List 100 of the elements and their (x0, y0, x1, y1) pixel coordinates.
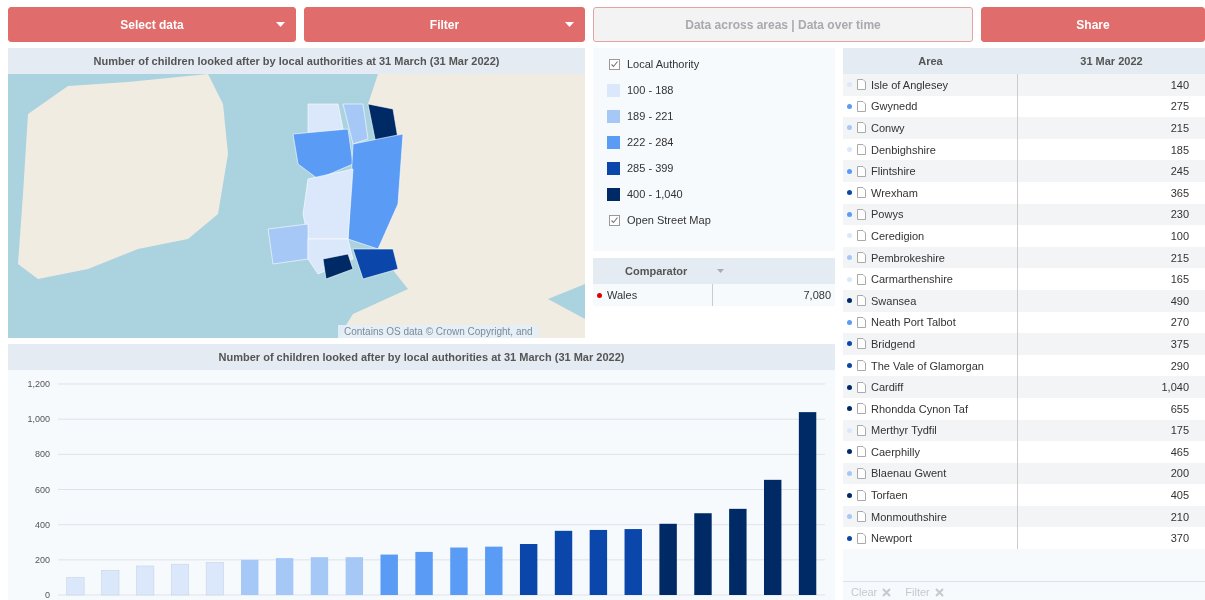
table-cell: Wales (607, 289, 638, 301)
table-cell-text: 365 (1169, 186, 1190, 199)
document-icon[interactable] (857, 100, 866, 112)
table-cell: Powys (871, 208, 904, 221)
close-icon (882, 587, 892, 597)
axis-tick-label: 1,200 (27, 379, 50, 389)
legend-label: 285 - 399 (627, 162, 674, 174)
document-icon[interactable] (857, 144, 866, 156)
toolbar-button[interactable]: Filter (304, 7, 585, 42)
axis-tick-label: 1,000 (27, 414, 50, 425)
table-cell: Conwy (871, 122, 905, 134)
table-cell-text: 215 (1169, 251, 1190, 264)
column-title: Comparator (625, 265, 688, 277)
caret-icon (276, 22, 285, 27)
table-cell-text: 655 (1169, 402, 1190, 415)
table-cell: The Vale of Glamorgan (871, 359, 984, 372)
legend-label: 400 - 1,040 (627, 188, 683, 200)
axis-tick-label: 200 (34, 554, 50, 565)
document-icon[interactable] (857, 489, 866, 501)
close-icon (934, 587, 944, 597)
table-cell-text: 370 (1169, 532, 1190, 545)
caret-icon (717, 269, 725, 273)
document-icon[interactable] (857, 208, 866, 220)
axis-tick-label: 400 (34, 519, 50, 530)
document-icon[interactable] (857, 381, 866, 393)
table-cell: Swansea (871, 294, 917, 307)
table-cell-text: 200 (1169, 467, 1190, 480)
table-cell-text: 165 (1169, 273, 1190, 286)
table-cell: Caerphilly (871, 445, 920, 458)
chart-title: Number of children looked after by local authorities at 31 March (31 Mar 2022) (8, 344, 835, 370)
document-icon[interactable] (857, 295, 866, 307)
table-cell-text: 245 (1169, 165, 1190, 178)
document-icon[interactable] (857, 403, 866, 415)
document-icon[interactable] (857, 316, 866, 328)
document-icon[interactable] (857, 252, 866, 264)
legend-label: 189 - 221 (627, 110, 674, 122)
document-icon[interactable] (857, 360, 866, 371)
table-cell: Wrexham (871, 186, 918, 199)
table-cell: Rhondda Cynon Taf (871, 402, 969, 415)
table-cell-text: 290 (1169, 359, 1190, 372)
table-cell: Monmouthshire (871, 510, 947, 523)
table-cell: Blaenau Gwent (871, 467, 947, 480)
document-icon[interactable] (857, 187, 866, 199)
document-icon[interactable] (857, 273, 866, 285)
table-cell: Bridgend (871, 337, 916, 350)
column-header[interactable]: Area (843, 55, 1018, 67)
table-cell: Gwynedd (871, 100, 918, 113)
document-icon[interactable] (857, 424, 866, 436)
column-header[interactable]: 31 Mar 2022 (1018, 55, 1205, 67)
table-cell: Carmarthenshire (871, 273, 953, 286)
table-cell: Isle of Anglesey (871, 78, 949, 91)
document-icon[interactable] (857, 468, 866, 479)
map-title: Number of children looked after by local authorities at 31 March (31 Mar 2022) (8, 48, 585, 74)
table-cell-text: 215 (1169, 122, 1190, 134)
table-cell: Neath Port Talbot (871, 316, 956, 329)
document-icon[interactable] (857, 122, 866, 134)
table-cell-text: 465 (1169, 445, 1190, 458)
table-cell-text: 405 (1169, 489, 1190, 502)
table-cell: Ceredigion (871, 229, 925, 242)
table-cell: Denbighshire (871, 143, 936, 156)
legend-label: 100 - 188 (627, 84, 674, 96)
table-cell: Pembrokeshire (871, 251, 945, 264)
table-cell-text: 270 (1169, 316, 1190, 329)
table-cell-text: 1,040 (1160, 381, 1190, 394)
checkbox[interactable] (609, 214, 620, 226)
table-cell: Torfaen (871, 489, 908, 502)
caret-icon (565, 22, 574, 27)
table-cell: Flintshire (871, 165, 916, 178)
toolbar-button[interactable]: Share (981, 7, 1205, 42)
table-cell-text: 7,080 (802, 289, 832, 301)
document-icon[interactable] (857, 338, 866, 350)
table-cell-text: 490 (1169, 294, 1190, 307)
document-icon[interactable] (857, 511, 866, 523)
table-cell-text: 210 (1169, 510, 1190, 523)
axis-tick-label: 600 (34, 484, 50, 495)
axis-tick-label: 0 (45, 590, 50, 600)
table-cell-text: 275 (1169, 100, 1190, 113)
table-cell: Newport (871, 532, 912, 545)
map-drawing[interactable] (8, 74, 585, 338)
toolbar-button[interactable]: Select data (8, 7, 296, 42)
table-cell: Merthyr Tydfil (871, 424, 937, 437)
document-icon[interactable] (857, 446, 866, 458)
legend-label: 222 - 284 (627, 136, 674, 148)
document-icon[interactable] (857, 79, 866, 91)
map-attribution: Contains OS data © Crown Copyright, and (338, 325, 539, 338)
table-cell-text: 185 (1169, 143, 1190, 156)
checkbox[interactable] (609, 58, 620, 70)
legend-label: Open Street Map (627, 214, 711, 226)
axis-tick-label: 800 (34, 449, 50, 460)
table-cell-text: 375 (1169, 337, 1190, 350)
table-cell-text: 175 (1169, 424, 1190, 437)
comparator-header[interactable]: Comparator (593, 258, 835, 284)
legend-label: Local Authority (627, 58, 700, 70)
document-icon[interactable] (857, 165, 866, 177)
table-cell-text: 230 (1169, 208, 1190, 221)
table-cell: Cardiff (871, 381, 904, 394)
document-icon[interactable] (857, 532, 866, 544)
table-cell-text: 100 (1169, 229, 1190, 242)
table-cell-text: 140 (1169, 78, 1190, 91)
document-icon[interactable] (857, 230, 866, 242)
